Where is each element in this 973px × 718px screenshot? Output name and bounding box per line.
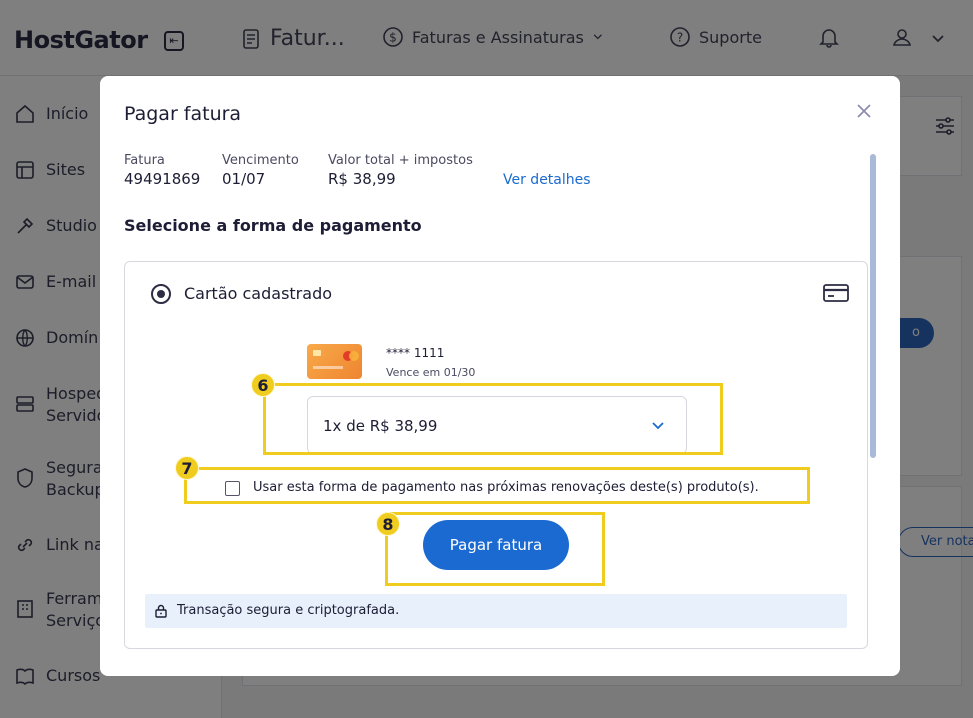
modal-title: Pagar fatura xyxy=(124,103,242,125)
payment-section-title: Selecione a forma de pagamento xyxy=(124,216,422,235)
step-7-badge: 7 xyxy=(175,456,199,480)
saved-card-option: Cartão cadastrado **** 1111 Vence em 01/… xyxy=(124,261,868,649)
secure-transaction-text: Transação segura e criptografada. xyxy=(177,603,400,618)
due-date-label: Vencimento xyxy=(222,153,299,168)
close-icon[interactable] xyxy=(855,102,873,120)
lock-icon xyxy=(155,604,167,618)
due-date-value: 01/07 xyxy=(222,170,266,188)
total-group: Valor total + impostos R$ 38,99 xyxy=(328,153,473,188)
invoice-number: 49491869 xyxy=(124,170,201,188)
credit-card-image xyxy=(307,344,362,379)
step-8-badge: 8 xyxy=(376,512,400,536)
pay-invoice-modal: Pagar fatura Fatura 49491869 Vencimento … xyxy=(100,76,900,676)
modal-scrollbar[interactable] xyxy=(870,154,876,458)
card-expiry: Vence em 01/30 xyxy=(386,366,476,379)
view-details-link[interactable]: Ver detalhes xyxy=(503,172,591,188)
card-brand-circle xyxy=(349,351,359,361)
invoice-label: Fatura xyxy=(124,153,165,168)
credit-card-icon xyxy=(823,284,849,302)
due-date-group: Vencimento 01/07 xyxy=(222,153,299,188)
card-number: **** 1111 xyxy=(386,346,445,360)
total-value: R$ 38,99 xyxy=(328,170,396,188)
step-6-badge: 6 xyxy=(251,373,275,397)
invoice-number-group: Fatura 49491869 xyxy=(124,153,200,188)
step-7-highlight xyxy=(184,467,810,504)
saved-card-label[interactable]: Cartão cadastrado xyxy=(184,284,332,303)
secure-transaction-banner: Transação segura e criptografada. xyxy=(145,594,847,628)
card-stripe xyxy=(313,366,343,369)
total-label: Valor total + impostos xyxy=(328,153,473,168)
card-chip xyxy=(313,350,321,356)
saved-card-radio[interactable] xyxy=(151,284,171,304)
step-6-highlight xyxy=(263,383,723,455)
step-8-highlight xyxy=(385,512,605,586)
